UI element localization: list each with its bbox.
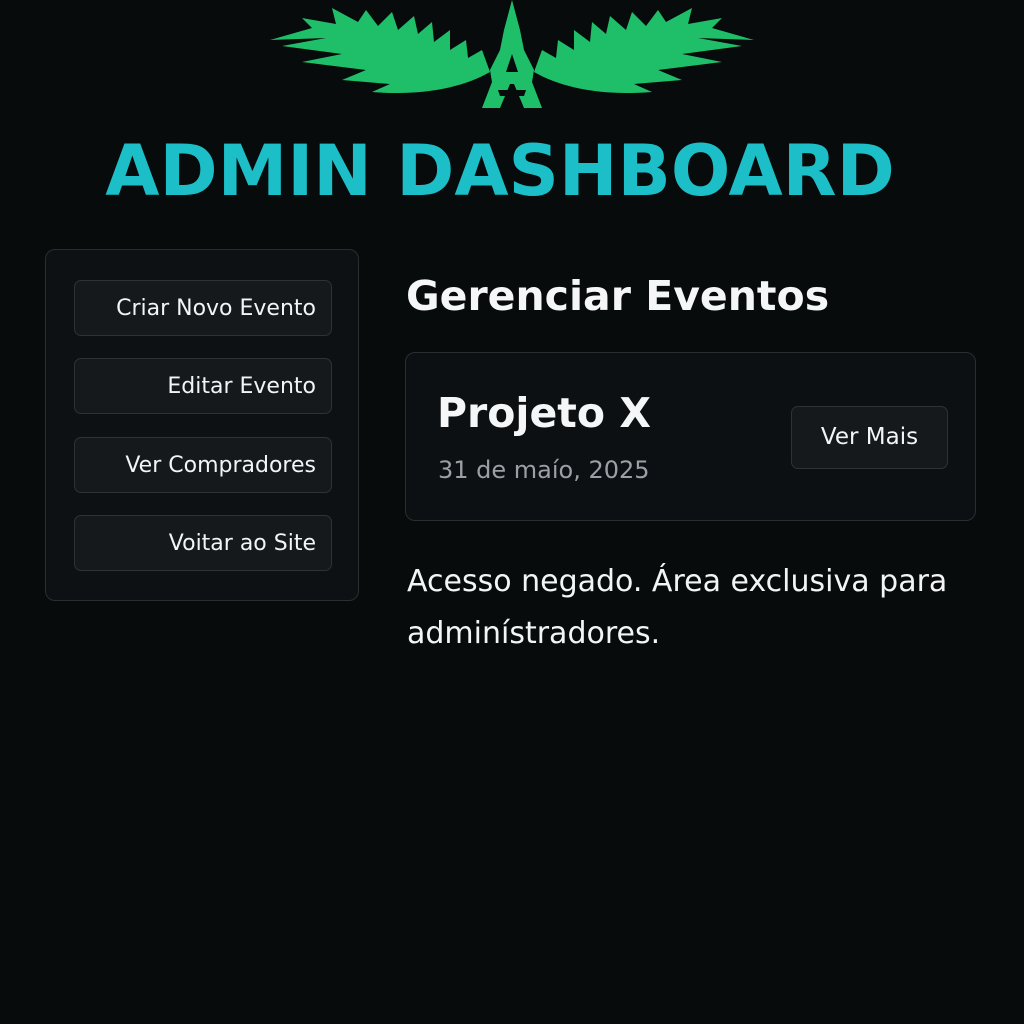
- back-to-site-button[interactable]: Voitar ao Site: [74, 515, 332, 571]
- page-title: ADMIN DASHBOARD: [105, 130, 895, 212]
- create-event-button[interactable]: Criar Novo Evento: [74, 280, 332, 336]
- edit-event-button[interactable]: Editar Evento: [74, 358, 332, 414]
- section-title: Gerenciar Eventos: [406, 272, 830, 320]
- admin-dashboard-page: ADMIN DASHBOARD Criar Novo Evento Editar…: [0, 0, 1024, 1024]
- event-date: 31 de maío, 2025: [438, 456, 650, 484]
- event-name: Projeto X: [437, 389, 651, 437]
- view-buyers-button[interactable]: Ver Compradores: [74, 437, 332, 493]
- access-denied-message: Acesso negado. Área exclusiva para admin…: [407, 564, 948, 651]
- event-card: Projeto X 31 de maío, 2025 Ver Mais: [405, 352, 976, 521]
- sidebar: Criar Novo Evento Editar Evento Ver Comp…: [45, 249, 359, 601]
- spiky-wings-logo-icon: [270, 0, 754, 108]
- view-more-button[interactable]: Ver Mais: [791, 406, 948, 469]
- logo: [262, 0, 762, 112]
